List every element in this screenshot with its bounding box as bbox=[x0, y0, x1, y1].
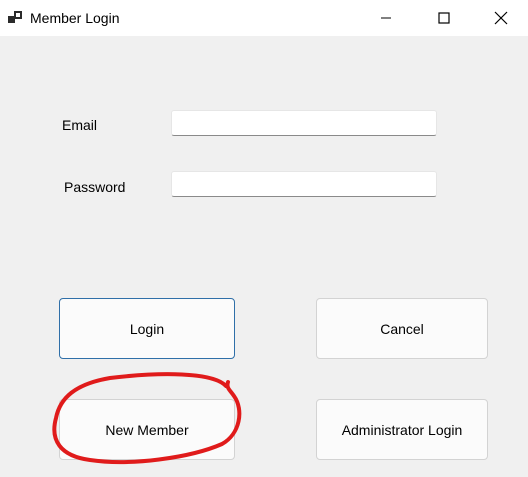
maximize-button[interactable] bbox=[421, 0, 467, 36]
password-label: Password bbox=[64, 179, 126, 195]
title-bar[interactable]: Member Login bbox=[0, 0, 528, 36]
login-button[interactable]: Login bbox=[59, 298, 235, 359]
maximize-icon bbox=[438, 12, 450, 24]
app-window-icon bbox=[8, 10, 24, 26]
email-label: Email bbox=[62, 117, 98, 133]
minimize-icon bbox=[380, 12, 392, 24]
cancel-button[interactable]: Cancel bbox=[316, 298, 488, 359]
minimize-button[interactable] bbox=[363, 0, 409, 36]
new-member-button[interactable]: New Member bbox=[59, 399, 235, 460]
email-input[interactable] bbox=[171, 110, 437, 136]
password-input[interactable] bbox=[171, 171, 437, 197]
close-button[interactable] bbox=[478, 0, 524, 36]
admin-login-button[interactable]: Administrator Login bbox=[316, 399, 488, 460]
window-title: Member Login bbox=[30, 10, 120, 26]
close-icon bbox=[494, 11, 508, 25]
